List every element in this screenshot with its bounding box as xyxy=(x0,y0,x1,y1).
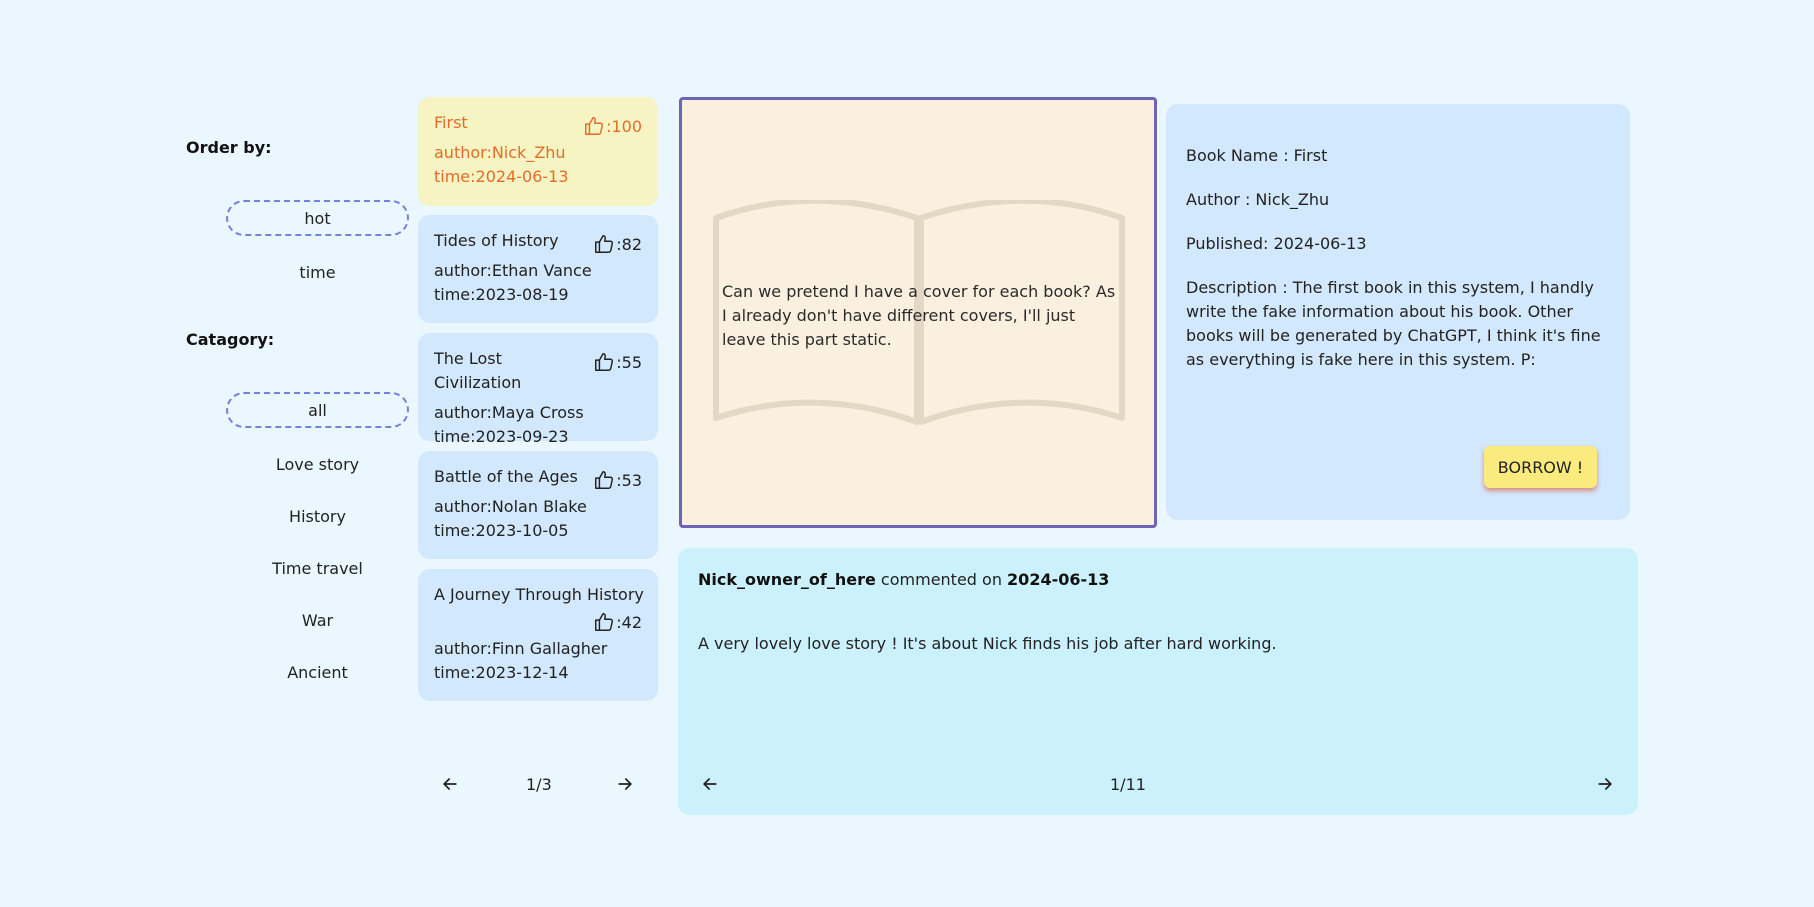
likes-count: :100 xyxy=(606,116,642,136)
category-title: Catagory: xyxy=(186,330,275,349)
order-option-hot[interactable]: hot xyxy=(226,200,409,236)
book-card[interactable]: Battle of the Ages :53 author:Nolan Blak… xyxy=(418,451,658,559)
book-time: time:2023-09-23 xyxy=(434,427,569,446)
info-published: Published: 2024-06-13 xyxy=(1186,234,1367,253)
book-prev-button[interactable] xyxy=(435,769,465,799)
book-likes: :82 xyxy=(593,233,642,255)
comment-date: 2024-06-13 xyxy=(1007,570,1110,589)
book-author: author:Maya Cross xyxy=(434,403,584,422)
category-option-war[interactable]: War xyxy=(226,602,409,638)
info-author: Author : Nick_Zhu xyxy=(1186,190,1330,209)
info-book-name: Book Name : First xyxy=(1186,146,1328,165)
category-option-time-travel[interactable]: Time travel xyxy=(226,550,409,586)
book-card[interactable]: A Journey Through History :42 author:Fin… xyxy=(418,569,658,701)
book-likes: :55 xyxy=(593,351,642,373)
arrow-left-icon xyxy=(703,778,717,790)
book-time: time:2024-06-13 xyxy=(434,167,569,186)
arrow-right-icon xyxy=(1598,778,1612,790)
book-card[interactable]: Tides of History :82 author:Ethan Vance … xyxy=(418,215,658,323)
comment-next-button[interactable] xyxy=(1590,769,1620,799)
category-option-history[interactable]: History xyxy=(226,498,409,534)
arrow-left-icon xyxy=(443,778,457,790)
comment-prev-button[interactable] xyxy=(695,769,725,799)
book-likes: :42 xyxy=(593,611,642,633)
comments-panel: Nick_owner_of_here commented on 2024-06-… xyxy=(678,548,1638,815)
arrow-right-icon xyxy=(618,778,632,790)
thumbs-up-icon xyxy=(595,235,614,253)
thumbs-up-icon xyxy=(585,117,604,135)
book-author: author:Nolan Blake xyxy=(434,497,587,516)
thumbs-up-icon xyxy=(595,353,614,371)
book-page-indicator: 1/3 xyxy=(526,775,552,794)
likes-count: :55 xyxy=(616,352,642,372)
book-next-button[interactable] xyxy=(610,769,640,799)
comment-header: Nick_owner_of_here commented on 2024-06-… xyxy=(698,570,1109,589)
book-time: time:2023-08-19 xyxy=(434,285,569,304)
order-option-time[interactable]: time xyxy=(226,254,409,290)
thumbs-up-icon xyxy=(595,471,614,489)
book-likes: :100 xyxy=(583,115,642,137)
category-option-all[interactable]: all xyxy=(226,392,409,428)
book-time: time:2023-12-14 xyxy=(434,663,569,682)
info-description: Description : The first book in this sys… xyxy=(1186,278,1601,369)
likes-count: :82 xyxy=(616,234,642,254)
comment-user: Nick_owner_of_here xyxy=(698,570,876,589)
thumbs-up-icon xyxy=(595,613,614,631)
book-card[interactable]: The Lost Civilization :55 author:Maya Cr… xyxy=(418,333,658,446)
order-by-title: Order by: xyxy=(186,138,272,157)
book-author: author:Nick_Zhu xyxy=(434,143,566,162)
comment-connector: commented on xyxy=(875,570,1008,589)
book-title: A Journey Through History xyxy=(434,585,644,604)
category-option-ancient[interactable]: Ancient xyxy=(226,654,409,690)
comment-body: A very lovely love story ! It's about Ni… xyxy=(698,634,1277,653)
book-author: author:Finn Gallagher xyxy=(434,639,608,658)
book-cover: Can we pretend I have a cover for each b… xyxy=(679,97,1157,528)
book-time: time:2023-10-05 xyxy=(434,521,569,540)
cover-placeholder-text: Can we pretend I have a cover for each b… xyxy=(722,282,1116,349)
borrow-button[interactable]: BORROW ! xyxy=(1484,446,1597,488)
book-card[interactable]: First :100 author:Nick_Zhu time:2024-06-… xyxy=(418,97,658,206)
comment-page-indicator: 1/11 xyxy=(1110,775,1146,794)
likes-count: :53 xyxy=(616,470,642,490)
likes-count: :42 xyxy=(616,612,642,632)
book-likes: :53 xyxy=(593,469,642,491)
book-author: author:Ethan Vance xyxy=(434,261,592,280)
category-option-love-story[interactable]: Love story xyxy=(226,446,409,482)
